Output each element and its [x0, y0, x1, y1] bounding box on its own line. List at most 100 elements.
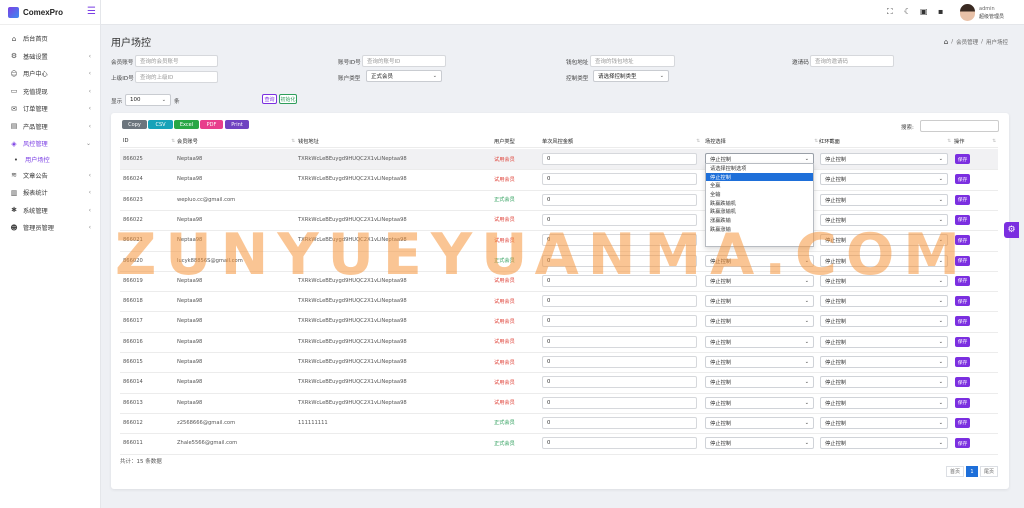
th-amount[interactable]: 单次风控金额 ⇅ — [542, 135, 702, 147]
control-select[interactable]: 停止控制 ⌄ — [705, 437, 814, 450]
save-button[interactable]: 保存 — [955, 316, 970, 327]
amount-input[interactable]: 0 — [542, 173, 697, 186]
dropdown-option[interactable]: 跌赢跌输机 — [706, 199, 813, 208]
excel-button[interactable]: Excel — [174, 120, 199, 129]
copy-button[interactable]: Copy — [122, 120, 147, 129]
control-select[interactable]: 停止控制 ⌄ — [705, 376, 814, 389]
amount-input[interactable]: 0 — [542, 437, 697, 450]
page-1-button[interactable]: 1 — [966, 466, 978, 477]
save-button[interactable]: 保存 — [955, 336, 970, 347]
breadcrumb-parent[interactable]: 会员管理 — [956, 38, 978, 46]
th-control[interactable]: 场控选择 ⇅ — [705, 135, 820, 147]
chevron-down-icon: ⌄ — [804, 440, 809, 447]
control-select[interactable]: 请选择控制类型 ⌄ — [593, 70, 669, 82]
amount-input[interactable]: 0 — [542, 416, 697, 429]
sidebar-item[interactable]: ▤ 产品管理 ‹ — [0, 118, 100, 136]
th-user-type[interactable]: 用户类型 — [494, 135, 541, 147]
save-button[interactable]: 保存 — [955, 357, 970, 367]
ring-select[interactable]: 停止控制 ⌄ — [820, 173, 948, 186]
amount-input[interactable]: 0 — [542, 315, 697, 328]
sidebar-item[interactable]: ⌂ 后台首页 — [0, 30, 100, 48]
sidebar-item[interactable]: • 用户场控 — [0, 153, 100, 167]
member-input[interactable]: 查询的会员账号 — [135, 55, 218, 67]
parent-input[interactable]: 查询的上级ID — [135, 71, 218, 83]
control-select[interactable]: 停止控制 ⌄ — [705, 416, 814, 429]
th-ring[interactable]: 红环截面 ⇅ — [819, 135, 953, 147]
dropdown-option[interactable]: 停止控制 — [706, 172, 813, 182]
sidebar-item[interactable]: ▥ 报表统计 ‹ — [0, 184, 100, 202]
first-page-button[interactable]: 首页 — [946, 466, 964, 477]
sidebar-item[interactable]: ▭ 充值提现 ‹ — [0, 83, 100, 101]
save-button[interactable]: 保存 — [955, 194, 970, 205]
ring-select[interactable]: 停止控制 ⌄ — [820, 193, 948, 206]
th-action[interactable]: 操作 ⇅ — [954, 135, 998, 147]
csv-button[interactable]: CSV — [148, 120, 173, 129]
ring-select[interactable]: 停止控制 ⌄ — [820, 437, 948, 450]
sidebar-item-label: 基础设置 — [23, 53, 48, 61]
ring-select[interactable]: 停止控制 ⌄ — [820, 315, 948, 328]
control-select[interactable]: 停止控制 ⌄ — [705, 295, 814, 308]
save-button[interactable]: 保存 — [955, 377, 970, 388]
invite-input[interactable]: 查询的邀请码 — [810, 55, 894, 67]
th-id[interactable]: ID ⇅ — [123, 135, 177, 147]
chat-icon[interactable]: ▪ — [938, 7, 943, 16]
ring-select[interactable]: 停止控制 ⌄ — [820, 376, 948, 389]
dropdown-option[interactable]: 跌赢涨输机 — [706, 207, 813, 216]
control-label: 控制类型 — [566, 76, 589, 82]
ring-select[interactable]: 停止控制 ⌄ — [820, 356, 948, 368]
menu-toggle-icon[interactable]: ☰ — [87, 7, 96, 17]
ring-select[interactable]: 停止控制 ⌄ — [820, 335, 948, 348]
print-button[interactable]: Print — [225, 120, 249, 129]
ring-select[interactable]: 停止控制 ⌄ — [820, 396, 948, 409]
dropdown-option[interactable]: 全输 — [706, 190, 813, 199]
sidebar-item[interactable]: ☻ 管理员管理 ‹ — [0, 219, 100, 237]
amount-input[interactable]: 0 — [542, 335, 697, 348]
acctype-select[interactable]: 正式会员 ⌄ — [366, 70, 442, 82]
sidebar-item[interactable]: ≋ 文章公告 ‹ — [0, 167, 100, 185]
amount-input[interactable]: 0 — [542, 193, 697, 206]
last-page-button[interactable]: 尾页 — [980, 466, 998, 477]
chevron-down-icon: ⌄ — [804, 318, 809, 325]
dropdown-option[interactable]: 全赢 — [706, 181, 813, 190]
amount-input[interactable]: 0 — [542, 396, 697, 409]
amount-input[interactable]: 0 — [542, 295, 697, 308]
ring-value: 停止控制 — [825, 157, 847, 163]
page-size-select[interactable]: 100 ⌄ — [125, 94, 171, 106]
ring-select[interactable]: 停止控制 ⌄ — [820, 416, 948, 429]
control-select[interactable]: 停止控制 ⌄ — [705, 356, 814, 368]
dropdown-option[interactable]: 请选择控制选项 — [706, 164, 813, 173]
account-input[interactable]: 查询的账号ID — [362, 55, 446, 67]
save-button[interactable]: 保存 — [955, 154, 970, 164]
settings-gear-icon[interactable]: ⚙ — [1004, 222, 1019, 238]
sidebar-item[interactable]: ☺ 用户中心 ‹ — [0, 65, 100, 83]
sidebar-item[interactable]: ⚙ 基础设置 ‹ — [0, 48, 100, 66]
init-button[interactable]: 初始化 — [279, 94, 297, 104]
avatar[interactable] — [960, 4, 975, 21]
fullscreen-icon[interactable]: ⛶ — [887, 7, 893, 17]
sidebar-item[interactable]: ✉ 订单管理 ‹ — [0, 100, 100, 118]
home-icon[interactable]: ⌂ — [944, 38, 948, 46]
ring-select[interactable]: 停止控制 ⌄ — [820, 153, 948, 165]
query-button[interactable]: 查询 — [262, 94, 277, 104]
search-input[interactable] — [920, 120, 999, 132]
amount-input[interactable]: 0 — [542, 356, 697, 368]
save-button[interactable]: 保存 — [955, 438, 970, 449]
th-wallet[interactable]: 钱包地址 — [298, 135, 493, 147]
th-account[interactable]: 会员账号 ⇅ — [177, 135, 297, 147]
control-select[interactable]: 停止控制 ⌄ — [705, 335, 814, 348]
amount-input[interactable]: 0 — [542, 153, 697, 165]
control-select[interactable]: 停止控制 ⌄ — [705, 315, 814, 328]
video-icon[interactable]: ▣ — [920, 7, 928, 16]
sidebar-item[interactable]: ◈ 风控管理 ⌄ — [0, 135, 100, 153]
ring-select[interactable]: 停止控制 ⌄ — [820, 295, 948, 308]
pdf-button[interactable]: PDF — [200, 120, 223, 129]
save-button[interactable]: 保存 — [955, 296, 970, 307]
sidebar-item[interactable]: ✱ 系统管理 ‹ — [0, 202, 100, 220]
save-button[interactable]: 保存 — [955, 397, 970, 408]
save-button[interactable]: 保存 — [955, 417, 970, 428]
control-select[interactable]: 停止控制 ⌄ — [705, 396, 814, 409]
moon-icon[interactable]: ☾ — [904, 7, 911, 16]
save-button[interactable]: 保存 — [955, 174, 970, 185]
wallet-input[interactable]: 查询的钱包地址 — [590, 55, 675, 67]
amount-input[interactable]: 0 — [542, 376, 697, 389]
